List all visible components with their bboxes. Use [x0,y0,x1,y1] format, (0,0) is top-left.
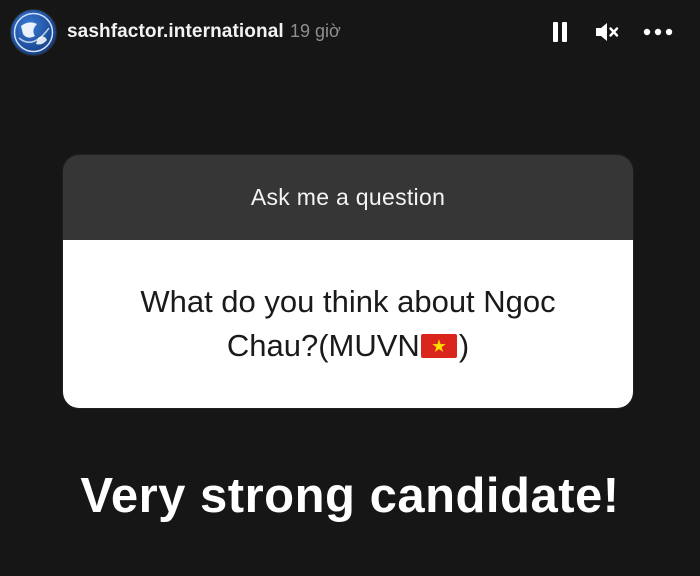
mute-button[interactable] [592,18,622,46]
story-header: sashfactor.international 19 giờ [0,0,700,64]
profile-avatar[interactable] [10,9,57,56]
question-line-2-close: ) [458,328,470,363]
more-horizontal-icon [643,28,673,36]
question-sticker[interactable]: Ask me a question What do you think abou… [63,155,633,408]
account-username[interactable]: sashfactor.international [67,21,284,43]
post-time: 19 giờ [290,21,341,41]
vietnam-flag-icon [420,334,457,358]
pause-icon [553,22,567,42]
question-line-1: What do you think about Ngoc [140,284,556,319]
question-line-2-text: Chau?(MUVN [226,328,420,363]
pause-button[interactable] [548,18,572,46]
question-line-2: Chau?(MUVN ) [227,324,469,368]
globe-logo-icon [13,12,54,53]
question-text: What do you think about Ngoc Chau?(MUVN … [63,240,633,408]
answer-text: Very strong candidate! [80,469,620,523]
question-prompt: Ask me a question [63,155,633,240]
speaker-muted-icon [596,23,619,41]
more-options-button[interactable] [641,18,675,46]
